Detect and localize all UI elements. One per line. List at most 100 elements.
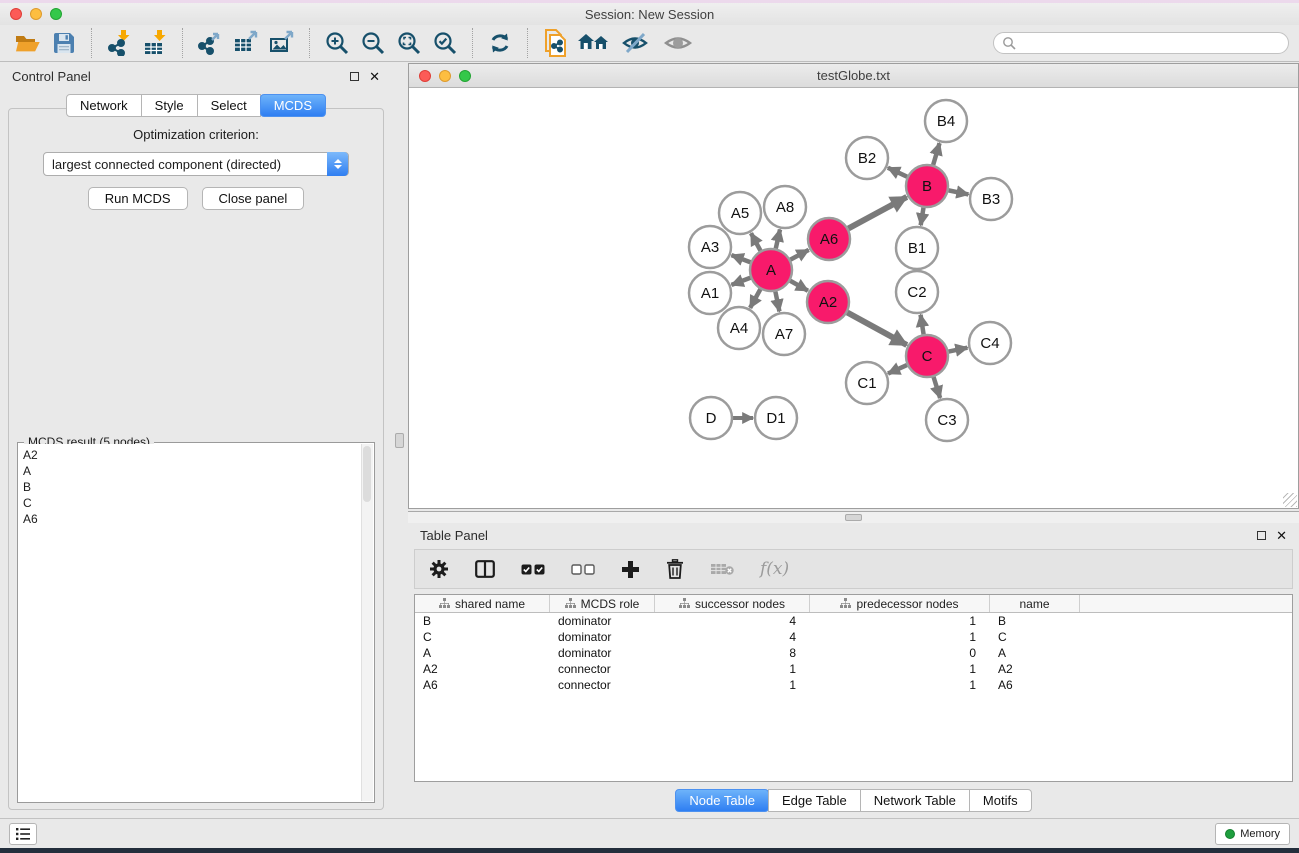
network-window-titlebar[interactable]: testGlobe.txt: [409, 64, 1298, 88]
network-home-button[interactable]: [573, 28, 615, 58]
table-cell[interactable]: 1: [810, 662, 990, 676]
node-B2[interactable]: B2: [846, 137, 888, 179]
node-B[interactable]: B: [906, 165, 948, 207]
edge-A-A1[interactable]: [732, 278, 751, 285]
float-table-panel-icon[interactable]: [1257, 531, 1266, 540]
mcds-result-item[interactable]: B: [23, 479, 357, 495]
table-cell[interactable]: B: [415, 614, 550, 628]
delete-table-button[interactable]: [710, 562, 734, 576]
edge-A-A7[interactable]: [775, 292, 779, 312]
edge-B-B2[interactable]: [888, 168, 907, 177]
table-cell[interactable]: connector: [550, 678, 655, 692]
table-cell[interactable]: dominator: [550, 630, 655, 644]
tab-node-table[interactable]: Node Table: [675, 789, 769, 812]
node-A8[interactable]: A8: [764, 186, 806, 228]
mcds-result-item[interactable]: C: [23, 495, 357, 511]
node-C[interactable]: C: [906, 335, 948, 377]
table-row[interactable]: Adominator80A: [415, 645, 1292, 661]
add-column-button[interactable]: [621, 560, 640, 579]
table-cell[interactable]: 4: [655, 614, 810, 628]
table-cell[interactable]: 1: [810, 614, 990, 628]
titlebar[interactable]: Session: New Session: [0, 3, 1299, 25]
node-A1[interactable]: A1: [689, 272, 731, 314]
node-A4[interactable]: A4: [718, 307, 760, 349]
network-graph[interactable]: B4B2BB3A8A5A6B1A3AC2A1A2A4A7CC4C1C3DD1: [409, 89, 1298, 508]
node-B1[interactable]: B1: [896, 227, 938, 269]
mcds-result-item[interactable]: A6: [23, 511, 357, 527]
zoom-fit-button[interactable]: [391, 28, 427, 58]
tab-network[interactable]: Network: [66, 94, 142, 117]
export-image-button[interactable]: [264, 28, 300, 58]
mcds-result-item[interactable]: A: [23, 463, 357, 479]
edge-A-A5[interactable]: [751, 233, 761, 250]
export-table-button[interactable]: [228, 28, 264, 58]
close-table-panel-icon[interactable]: ✕: [1276, 529, 1287, 542]
table-cell[interactable]: A6: [415, 678, 550, 692]
result-scrollbar[interactable]: [361, 444, 373, 801]
node-C4[interactable]: C4: [969, 322, 1011, 364]
table-cell[interactable]: dominator: [550, 646, 655, 660]
open-session-button[interactable]: [10, 28, 46, 58]
node-A6[interactable]: A6: [808, 218, 850, 260]
edge-A-A8[interactable]: [776, 229, 780, 248]
table-cell[interactable]: 1: [810, 678, 990, 692]
node-B4[interactable]: B4: [925, 100, 967, 142]
column-header-mcds-role[interactable]: MCDS role: [550, 595, 655, 612]
edge-C-C4[interactable]: [949, 348, 968, 352]
clone-network-button[interactable]: [537, 28, 573, 58]
tab-network-table[interactable]: Network Table: [860, 789, 970, 812]
search-input[interactable]: [1016, 36, 1280, 50]
function-builder-button[interactable]: f(x): [760, 559, 789, 579]
node-D[interactable]: D: [690, 397, 732, 439]
zoom-selected-button[interactable]: [427, 28, 463, 58]
zoom-in-button[interactable]: [319, 28, 355, 58]
optimization-criterion-select[interactable]: largest connected component (directed): [43, 152, 349, 176]
table-row[interactable]: A2connector11A2: [415, 661, 1292, 677]
splitter-handle[interactable]: [395, 433, 404, 448]
search-box[interactable]: [993, 32, 1289, 54]
close-panel-button[interactable]: Close panel: [202, 187, 305, 210]
deselect-all-button[interactable]: [571, 564, 595, 575]
run-mcds-button[interactable]: Run MCDS: [88, 187, 188, 210]
memory-button[interactable]: Memory: [1215, 823, 1290, 845]
node-A2[interactable]: A2: [807, 281, 849, 323]
column-view-button[interactable]: [475, 560, 495, 578]
splitter-handle[interactable]: [845, 514, 862, 521]
table-cell[interactable]: 8: [655, 646, 810, 660]
edge-A-A2[interactable]: [790, 281, 808, 291]
table-row[interactable]: A6connector11A6: [415, 677, 1292, 693]
table-settings-button[interactable]: [429, 559, 449, 579]
edge-B-B3[interactable]: [949, 190, 969, 194]
tab-style[interactable]: Style: [141, 94, 198, 117]
node-C2[interactable]: C2: [896, 271, 938, 313]
edge-C-C2[interactable]: [921, 315, 924, 335]
tab-select[interactable]: Select: [197, 94, 261, 117]
mcds-result-item[interactable]: A2: [23, 447, 357, 463]
table-cell[interactable]: 4: [655, 630, 810, 644]
column-header-successor-nodes[interactable]: successor nodes: [655, 595, 810, 612]
edge-A-A3[interactable]: [732, 255, 751, 262]
table-cell[interactable]: 1: [655, 678, 810, 692]
table-row[interactable]: Cdominator41C: [415, 629, 1292, 645]
node-table[interactable]: shared nameMCDS rolesuccessor nodesprede…: [414, 594, 1293, 782]
edge-A-A6[interactable]: [790, 250, 808, 260]
node-C1[interactable]: C1: [846, 362, 888, 404]
export-network-button[interactable]: [192, 28, 228, 58]
save-session-button[interactable]: [46, 28, 82, 58]
show-all-button[interactable]: [657, 28, 699, 58]
table-cell[interactable]: C: [415, 630, 550, 644]
table-cell[interactable]: A2: [990, 662, 1080, 676]
table-cell[interactable]: 0: [810, 646, 990, 660]
node-A5[interactable]: A5: [719, 192, 761, 234]
tab-mcds[interactable]: MCDS: [260, 94, 326, 117]
table-cell[interactable]: A2: [415, 662, 550, 676]
edge-B-B4[interactable]: [933, 143, 939, 165]
select-all-button[interactable]: [521, 564, 545, 575]
table-cell[interactable]: A6: [990, 678, 1080, 692]
float-panel-icon[interactable]: [350, 72, 359, 81]
edge-A6-B[interactable]: [848, 197, 906, 229]
column-header-shared-name[interactable]: shared name: [415, 595, 550, 612]
horizontal-splitter[interactable]: [408, 511, 1299, 523]
table-cell[interactable]: connector: [550, 662, 655, 676]
edge-C-C3[interactable]: [934, 377, 941, 398]
